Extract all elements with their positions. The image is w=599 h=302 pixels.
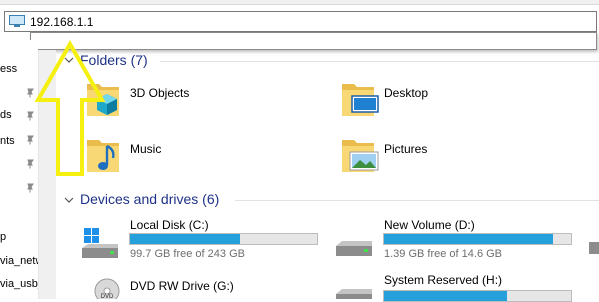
drive-name[interactable]: Local Disk (C:): [130, 218, 209, 232]
toolbar-edge: [0, 0, 599, 5]
drive-usage-bar: [383, 233, 572, 245]
nav-item-p[interactable]: p: [0, 231, 6, 243]
drive-usage-fill: [130, 234, 241, 244]
drive-free-space: 99.7 GB free of 243 GB: [130, 248, 245, 260]
nav-item-via-netw[interactable]: via_netw: [0, 255, 43, 267]
drive-free-space: 1.39 GB free of 14.6 GB: [384, 248, 503, 260]
address-input[interactable]: [30, 14, 480, 30]
drive-usage-fill: [384, 291, 508, 301]
group-divider: [235, 200, 599, 201]
group-divider: [160, 61, 599, 62]
this-pc-icon: [9, 15, 25, 27]
nav-item-quick-access[interactable]: ess: [0, 63, 17, 75]
chevron-down-icon[interactable]: [64, 195, 74, 205]
nav-item-downloads[interactable]: ds: [0, 109, 12, 121]
hard-drive-icon: [336, 241, 372, 256]
folder-label[interactable]: Pictures: [384, 142, 427, 156]
hard-drive-icon: [336, 289, 372, 299]
dvd-drive-icon: DVD: [94, 278, 120, 299]
annotation-arrow: [34, 40, 106, 176]
hard-drive-icon: [589, 242, 599, 254]
drive-usage-bar: [383, 290, 572, 302]
drive-name[interactable]: DVD RW Drive (G:): [130, 279, 234, 293]
folder-label[interactable]: Desktop: [384, 86, 428, 100]
folder-label[interactable]: 3D Objects: [130, 86, 189, 100]
drive-name[interactable]: System Reserved (H:): [384, 273, 502, 287]
nav-item-documents[interactable]: nts: [0, 135, 15, 147]
devices-group-header[interactable]: Devices and drives (6): [80, 191, 219, 207]
pictures-folder-icon: [342, 140, 379, 172]
drive-name[interactable]: New Volume (D:): [384, 218, 475, 232]
folder-label[interactable]: Music: [130, 142, 161, 156]
drive-usage-bar: [129, 233, 318, 245]
svg-text:DVD: DVD: [101, 294, 114, 299]
drive-usage-fill: [384, 234, 554, 244]
pin-icon[interactable]: [25, 183, 35, 193]
address-autocomplete-dropdown[interactable]: [30, 32, 597, 50]
desktop-folder-icon: [342, 84, 379, 116]
windows-drive-icon: [82, 228, 118, 258]
